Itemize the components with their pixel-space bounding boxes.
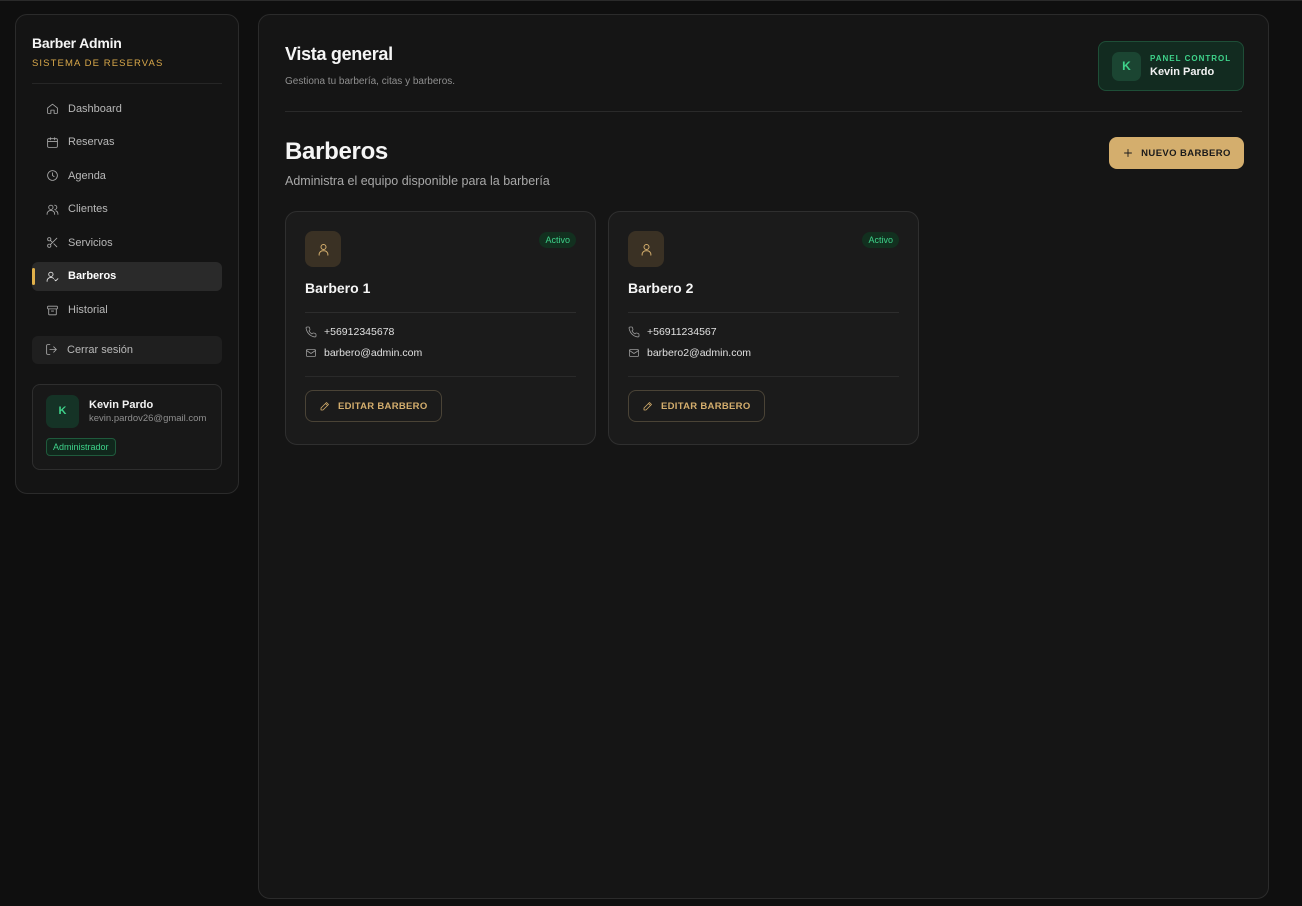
sidebar-item-label: Servicios (68, 236, 113, 249)
sidebar-nav: Dashboard Reservas Agenda Clientes Servi… (32, 94, 222, 325)
user-icon (305, 231, 341, 267)
user-icon (628, 231, 664, 267)
avatar: K (1112, 51, 1141, 81)
card-divider (628, 376, 899, 377)
logout-button[interactable]: Cerrar sesión (32, 335, 222, 364)
phone-text: +56912345678 (324, 326, 395, 338)
archive-icon (45, 303, 59, 317)
avatar: K (46, 394, 79, 428)
brand-title: Barber Admin (32, 35, 122, 51)
user-check-icon (45, 269, 59, 283)
new-barber-label: NUEVO BARBERO (1141, 147, 1231, 159)
sidebar-item-label: Historial (68, 304, 108, 317)
sidebar-item-label: Barberos (68, 270, 117, 283)
barber-email: barbero@admin.com (305, 347, 576, 359)
barber-email: barbero2@admin.com (628, 347, 899, 359)
phone-text: +56911234567 (647, 326, 717, 338)
card-divider (628, 312, 899, 313)
home-icon (45, 102, 59, 116)
user-email: kevin.pardov26@gmail.com (89, 412, 207, 424)
brand-subtitle: SISTEMA DE RESERVAS (32, 58, 164, 69)
sidebar-item-barberos[interactable]: Barberos (32, 261, 222, 291)
page-subtitle: Gestiona tu barbería, citas y barberos. (285, 76, 456, 87)
sidebar-item-clientes[interactable]: Clientes (32, 195, 222, 224)
plus-icon (1124, 149, 1133, 157)
edit-barber-label: EDITAR BARBERO (338, 400, 428, 412)
sidebar-item-label: Clientes (68, 203, 108, 216)
mail-icon (629, 349, 639, 357)
barber-name: Barbero 1 (305, 280, 371, 296)
email-text: barbero2@admin.com (647, 347, 752, 359)
clock-icon (45, 169, 59, 183)
barber-phone: +56911234567 (628, 326, 899, 338)
card-divider (305, 376, 576, 377)
sidebar-item-label: Dashboard (68, 102, 122, 115)
barber-name: Barbero 2 (628, 280, 694, 296)
barber-phone: +56912345678 (305, 326, 576, 338)
section-title: Barberos (285, 138, 388, 165)
header-divider (285, 111, 1242, 112)
status-badge: Activo (862, 232, 899, 248)
user-card: K Kevin Pardo kevin.pardov26@gmail.com A… (32, 383, 222, 470)
pencil-icon (643, 402, 652, 411)
sidebar-item-agenda[interactable]: Agenda (32, 161, 222, 190)
sidebar: Barber Admin SISTEMA DE RESERVAS Dashboa… (15, 14, 239, 494)
logout-label: Cerrar sesión (67, 343, 134, 356)
barber-card: Activo Barbero 2 +56911234567 barbero2@a… (608, 211, 919, 445)
sidebar-item-label: Reservas (68, 136, 115, 149)
sidebar-divider (32, 83, 222, 84)
scissors-icon (45, 236, 59, 250)
sidebar-item-reservas[interactable]: Reservas (32, 128, 222, 157)
logout-icon (46, 344, 57, 355)
edit-barber-label: EDITAR BARBERO (661, 400, 751, 412)
panel-label: PANEL CONTROL (1150, 54, 1232, 63)
main-panel: Vista general Gestiona tu barbería, cita… (258, 14, 1269, 899)
users-icon (45, 202, 59, 216)
new-barber-button[interactable]: NUEVO BARBERO (1109, 137, 1244, 169)
card-divider (305, 312, 576, 313)
status-badge: Activo (539, 232, 576, 248)
calendar-icon (45, 135, 59, 149)
page-title: Vista general (285, 44, 393, 64)
mail-icon (306, 349, 316, 357)
sidebar-item-servicios[interactable]: Servicios (32, 228, 222, 257)
user-name: Kevin Pardo (89, 398, 154, 411)
phone-icon (305, 326, 317, 338)
edit-barber-button[interactable]: EDITAR BARBERO (628, 390, 765, 422)
panel-control-chip: K PANEL CONTROL Kevin Pardo (1098, 41, 1244, 91)
section-subtitle: Administra el equipo disponible para la … (285, 174, 550, 188)
barber-card: Activo Barbero 1 +56912345678 barbero@ad… (285, 211, 596, 445)
panel-user-name: Kevin Pardo (1150, 66, 1215, 78)
sidebar-item-dashboard[interactable]: Dashboard (32, 94, 222, 123)
edit-barber-button[interactable]: EDITAR BARBERO (305, 390, 442, 422)
role-badge: Administrador (46, 437, 116, 456)
email-text: barbero@admin.com (324, 347, 423, 359)
sidebar-item-historial[interactable]: Historial (32, 296, 222, 325)
phone-icon (628, 326, 640, 338)
pencil-icon (320, 402, 329, 411)
sidebar-item-label: Agenda (68, 169, 106, 182)
